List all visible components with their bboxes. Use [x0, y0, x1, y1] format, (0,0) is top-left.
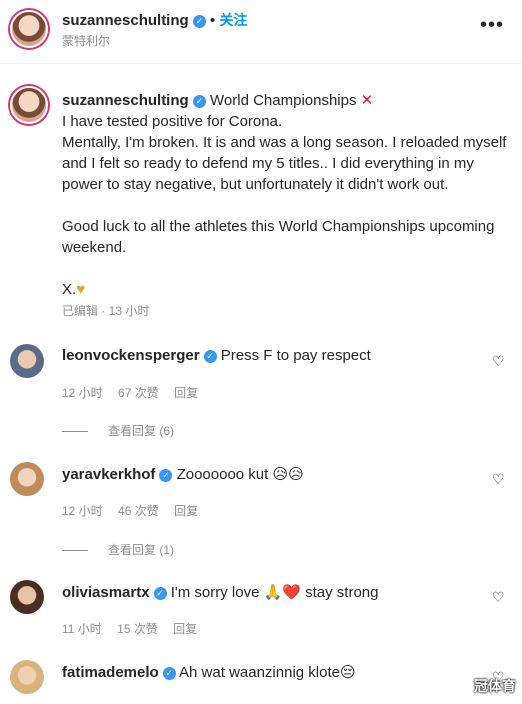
- verified-icon: ✓: [192, 15, 206, 28]
- comment-avatar[interactable]: [10, 462, 44, 496]
- comment-body: Press F to pay respect: [220, 347, 371, 364]
- comment-time: 12 小时: [62, 386, 103, 400]
- comment-username[interactable]: yaravkerkhof: [62, 466, 155, 483]
- more-horizontal-icon[interactable]: •••: [480, 14, 504, 37]
- comment-meta: 12 小时 46 次赞 回复: [62, 502, 210, 519]
- view-replies-label[interactable]: 查看回复 (1): [108, 543, 174, 557]
- like-heart-icon[interactable]: ♡: [492, 354, 506, 368]
- caption-avatar[interactable]: [10, 86, 48, 124]
- comment-likes[interactable]: 46 次赞: [118, 504, 159, 518]
- like-heart-icon[interactable]: ♡: [492, 472, 506, 486]
- comment: yaravkerkhof ✓ Zooooooo kut 😥😥: [62, 465, 304, 483]
- orange-heart-icon: ♥: [76, 281, 86, 298]
- comment-avatar[interactable]: [10, 660, 44, 694]
- comment-time: 11 小时: [62, 622, 102, 636]
- caption-title: World Championships: [210, 92, 357, 109]
- comment-username[interactable]: oliviasmartx: [62, 584, 150, 601]
- avatar[interactable]: [10, 10, 48, 48]
- caption-line-2: Mentally, I'm broken. It is and was a lo…: [62, 134, 507, 193]
- verified-icon: ✓: [159, 469, 173, 482]
- header-username[interactable]: suzanneschulting ✓ • 关注: [62, 10, 247, 30]
- comment-likes[interactable]: 15 次赞: [117, 622, 158, 636]
- verified-icon: ✓: [192, 95, 206, 108]
- watermark: 冠体育: [474, 678, 516, 694]
- verified-icon: ✓: [203, 350, 217, 363]
- location[interactable]: 蒙特利尔: [62, 32, 110, 49]
- comment-username[interactable]: leonvockensperger: [62, 347, 200, 364]
- post-header: suzanneschulting ✓ • 关注 蒙特利尔 •••: [0, 0, 522, 64]
- caption-line-3: Good luck to all the athletes this World…: [62, 218, 495, 256]
- comment-avatar[interactable]: [10, 344, 44, 378]
- comment-body: I'm sorry love 🙏❤️ stay strong: [170, 584, 379, 601]
- follow-button[interactable]: 关注: [219, 12, 247, 28]
- username-text[interactable]: suzanneschulting: [62, 12, 189, 29]
- comment-username[interactable]: fatimademelo: [62, 664, 159, 681]
- comment: leonvockensperger ✓ Press F to pay respec…: [62, 347, 371, 364]
- comment-likes[interactable]: 67 次赞: [118, 386, 159, 400]
- view-replies-button[interactable]: 查看回复 (6): [62, 422, 174, 439]
- reply-button[interactable]: 回复: [174, 386, 198, 400]
- comment-body: Zooooooo kut 😥😥: [176, 466, 304, 483]
- comment: oliviasmartx ✓ I'm sorry love 🙏❤️ stay st…: [62, 583, 379, 601]
- like-heart-icon[interactable]: ♡: [492, 590, 506, 604]
- comment-avatar[interactable]: [10, 580, 44, 614]
- comment-body: Ah wat waanzinnig klote😔: [179, 664, 356, 681]
- divider: [62, 431, 88, 433]
- reply-button[interactable]: 回复: [173, 622, 197, 636]
- view-replies-button[interactable]: 查看回复 (1): [62, 541, 174, 558]
- verified-icon: ✓: [162, 667, 176, 680]
- comment-meta: 12 小时 67 次赞 回复: [62, 384, 210, 401]
- comment-time: 12 小时: [62, 504, 103, 518]
- cross-mark-icon: ✕: [360, 92, 374, 109]
- divider: [62, 550, 88, 552]
- caption-line-4: X.: [62, 281, 77, 298]
- reply-button[interactable]: 回复: [174, 504, 198, 518]
- caption: suzanneschulting ✓ World Championships ✕…: [62, 90, 512, 300]
- caption-meta: 已编辑 · 13 小时: [62, 304, 150, 318]
- caption-line-1: I have tested positive for Corona.: [62, 113, 283, 130]
- comment: fatimademelo ✓ Ah wat waanzinnig klote😔: [62, 663, 356, 681]
- comment-meta: 11 小时 15 次赞 回复: [62, 620, 209, 637]
- separator-dot: •: [210, 12, 216, 29]
- view-replies-label[interactable]: 查看回复 (6): [108, 424, 174, 438]
- verified-icon: ✓: [153, 587, 167, 600]
- caption-username[interactable]: suzanneschulting: [62, 92, 189, 109]
